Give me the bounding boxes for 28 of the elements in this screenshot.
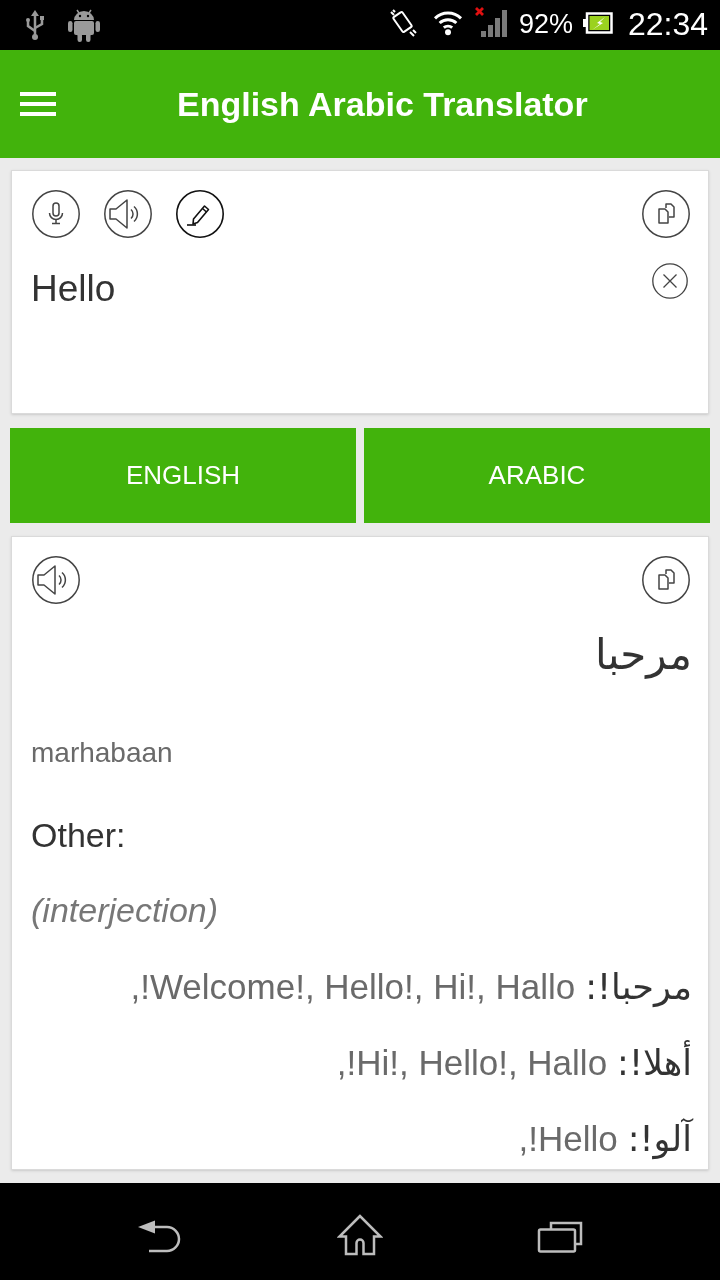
- translation-text: مرحبا: [594, 629, 692, 681]
- copy-icon[interactable]: [642, 190, 690, 238]
- clear-icon[interactable]: [652, 263, 688, 299]
- speaker-icon[interactable]: [104, 190, 152, 238]
- wifi-icon: [432, 10, 463, 36]
- copy-icon[interactable]: [642, 556, 690, 604]
- android-icon: [68, 8, 100, 42]
- battery-percent: 92%: [518, 10, 573, 38]
- usb-icon: [25, 9, 45, 41]
- other-heading: Other:: [31, 815, 126, 855]
- arabic-term: آلو!:: [627, 1119, 692, 1159]
- input-field[interactable]: Hello: [31, 267, 638, 387]
- english-translations: Hi!, Hello!, Hallo!,: [336, 1043, 608, 1082]
- battery-charging-icon: [582, 12, 613, 34]
- microphone-icon[interactable]: [32, 190, 80, 238]
- home-icon[interactable]: [337, 1213, 383, 1256]
- english-translations: Hello!,: [518, 1119, 618, 1158]
- part-of-speech: (interjection): [31, 890, 219, 930]
- menu-icon[interactable]: [20, 92, 56, 116]
- vibrate-icon: [388, 9, 417, 37]
- english-translations: Welcome!, Hello!, Hi!, Hallo!,: [130, 967, 576, 1006]
- pencil-icon[interactable]: [176, 190, 224, 238]
- speaker-icon[interactable]: [32, 556, 80, 604]
- arabic-term: مرحبا!:: [585, 967, 692, 1007]
- text-input-card[interactable]: Hello: [11, 170, 709, 414]
- transliteration-text: marhabaan: [31, 736, 173, 770]
- app-title: English Arabic Translator: [177, 83, 588, 125]
- clock-time: 22:34: [627, 8, 708, 40]
